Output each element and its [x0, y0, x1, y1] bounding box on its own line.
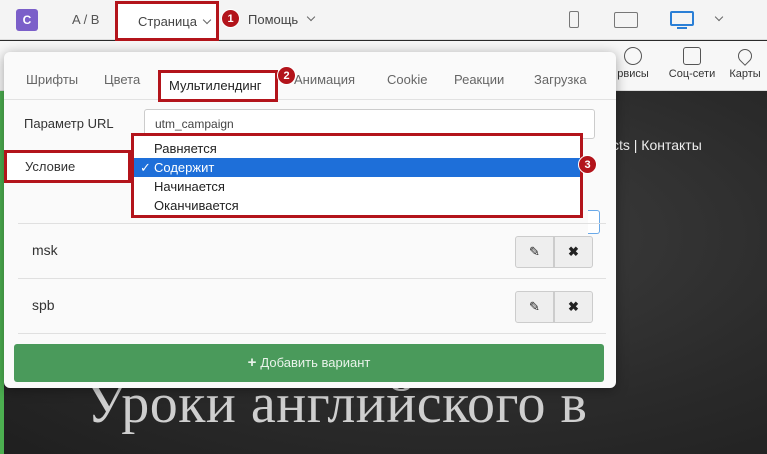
tab-colors[interactable]: Цвета [104, 72, 140, 87]
external-link-icon [683, 47, 701, 65]
step-badge-1: 1 [221, 9, 240, 28]
edit-variant-button[interactable]: ✎ [515, 291, 554, 323]
chevron-down-icon [306, 12, 316, 22]
option-equals[interactable]: Равняется [134, 139, 580, 158]
variant-name: spb [32, 297, 55, 313]
tab-animation[interactable]: Анимация [294, 72, 355, 87]
toolbar-services-label: рвисы [617, 68, 649, 80]
option-label: Начинается [154, 179, 225, 194]
mobile-view-icon[interactable] [569, 11, 579, 28]
step-badge-3: 3 [578, 155, 597, 174]
map-pin-icon [735, 46, 755, 66]
settings-tabs: Шрифты Цвета Мультилендинг Анимация Cook… [4, 60, 616, 102]
chevron-down-icon[interactable] [714, 12, 724, 22]
pencil-icon: ✎ [529, 244, 540, 259]
toolbar-social-label: Соц-сети [668, 68, 716, 80]
ab-test-button[interactable]: A / B [72, 12, 99, 27]
option-ends-with[interactable]: Оканчивается [134, 196, 580, 215]
variant-name: msk [32, 242, 58, 258]
toolbar-social[interactable]: Соц-сети [664, 41, 720, 80]
desktop-stand-icon [677, 27, 687, 29]
tab-fonts[interactable]: Шрифты [26, 72, 78, 87]
tablet-view-icon[interactable] [614, 12, 638, 28]
delete-variant-button[interactable]: ✖ [554, 291, 593, 323]
puzzle-icon [624, 47, 642, 65]
toolbar-services[interactable]: рвисы [612, 41, 654, 80]
page-menu-button[interactable]: Страница [115, 1, 219, 41]
settings-panel: Шрифты Цвета Мультилендинг Анимация Cook… [4, 52, 616, 388]
help-menu-label: Помощь [248, 12, 299, 27]
option-label: Равняется [154, 141, 217, 156]
condition-label: Условие [25, 159, 76, 174]
app-logo[interactable]: C [16, 9, 38, 31]
tab-multilanding[interactable]: Мультилендинг [158, 70, 278, 102]
top-bar: C A / B Страница 1 Помощь [0, 0, 767, 41]
edit-variant-button[interactable]: ✎ [515, 236, 554, 268]
variant-row: spb ✎ ✖ [18, 278, 606, 333]
toolbar-maps-label: Карты [729, 68, 761, 80]
option-label: Содержит [154, 160, 215, 175]
pencil-icon: ✎ [529, 299, 540, 314]
condition-dropdown[interactable]: Равняется ✓ Содержит Начинается Оканчива… [131, 133, 583, 218]
page-menu-label: Страница [138, 14, 197, 29]
list-divider [18, 333, 606, 334]
url-param-label: Параметр URL [24, 116, 114, 131]
option-contains[interactable]: ✓ Содержит [134, 158, 580, 177]
add-variant-label: Добавить вариант [260, 355, 371, 370]
delete-variant-button[interactable]: ✖ [554, 236, 593, 268]
variant-row: msk ✎ ✖ [18, 223, 606, 278]
help-menu-button[interactable]: Помощь [248, 12, 298, 27]
toolbar-maps[interactable]: Карты [726, 41, 764, 80]
condition-label-box: Условие [4, 150, 131, 183]
tab-reactions[interactable]: Реакции [454, 72, 504, 87]
option-label: Оканчивается [154, 198, 239, 213]
add-variant-button[interactable]: + Добавить вариант [14, 344, 604, 382]
chevron-down-icon [202, 15, 212, 25]
tab-cookie[interactable]: Cookie [387, 72, 427, 87]
checkmark-icon: ✓ [140, 160, 151, 175]
close-icon: ✖ [568, 244, 579, 259]
desktop-view-icon[interactable] [670, 11, 694, 26]
plus-icon: + [247, 354, 257, 371]
close-icon: ✖ [568, 299, 579, 314]
step-badge-2: 2 [277, 66, 296, 85]
tab-multilanding-label: Мультилендинг [169, 78, 262, 93]
site-nav-text: cts | Контакты [612, 137, 702, 153]
tab-loading[interactable]: Загрузка [534, 72, 587, 87]
option-starts-with[interactable]: Начинается [134, 177, 580, 196]
